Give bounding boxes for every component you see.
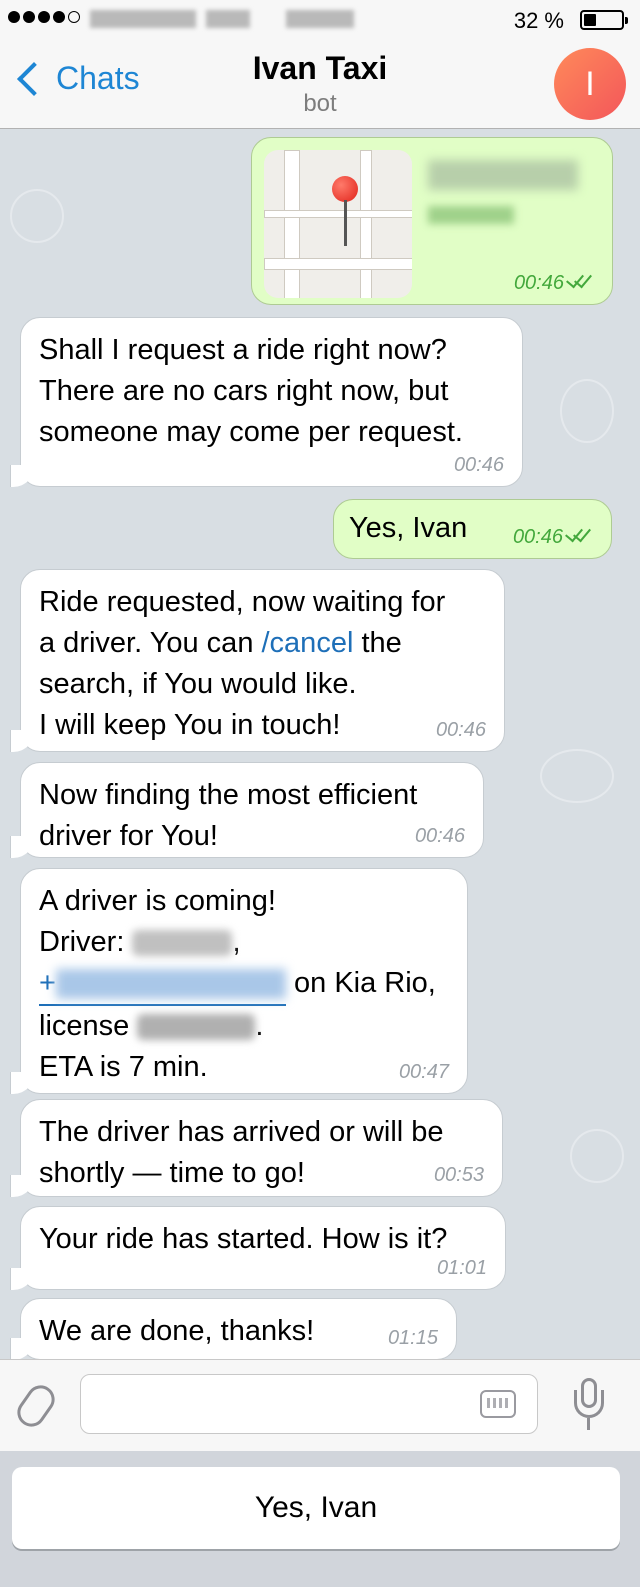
message-text-line: shortly — time to go! bbox=[39, 1157, 305, 1189]
wallpaper-doodle bbox=[570, 1129, 624, 1183]
outgoing-message: Yes, Ivan 00:46 bbox=[333, 499, 612, 559]
location-title-redacted bbox=[428, 160, 578, 190]
message-text: Yes, Ivan bbox=[349, 512, 468, 544]
message-time: 01:15 bbox=[387, 1327, 438, 1349]
message-time: 00:46 bbox=[414, 825, 465, 847]
cancel-command-link[interactable]: /cancel bbox=[262, 627, 354, 659]
chat-title: Ivan Taxi bbox=[252, 50, 388, 86]
message-text-line: I will keep You in touch! bbox=[39, 709, 341, 741]
message-text-line: A driver is coming! bbox=[39, 885, 276, 917]
map-thumbnail[interactable] bbox=[264, 150, 412, 298]
message-text-line: Now finding the most efficient bbox=[39, 779, 418, 811]
paperclip-icon[interactable] bbox=[11, 1379, 61, 1433]
incoming-message: Ride requested, now waiting for a driver… bbox=[10, 569, 505, 752]
message-text-line: search, if You would like. bbox=[39, 668, 357, 700]
read-checkmarks-icon bbox=[566, 269, 596, 289]
bot-reply-keyboard: Yes, Ivan bbox=[0, 1451, 640, 1587]
input-bar bbox=[0, 1359, 640, 1452]
read-checkmarks-icon bbox=[565, 523, 595, 543]
driver-phone-link[interactable]: + bbox=[39, 963, 286, 1006]
avatar[interactable]: I bbox=[554, 48, 626, 120]
location-message[interactable]: 00:46 bbox=[251, 137, 613, 305]
message-input[interactable] bbox=[80, 1374, 538, 1434]
carrier-redacted bbox=[90, 10, 196, 28]
message-text-line: someone may come per request. bbox=[39, 416, 463, 448]
battery-icon bbox=[580, 10, 628, 30]
keyboard-toggle-icon[interactable] bbox=[480, 1390, 516, 1418]
microphone-icon[interactable] bbox=[574, 1378, 604, 1434]
chat-subtitle: bot bbox=[303, 90, 337, 117]
wallpaper-doodle bbox=[540, 749, 614, 803]
nav-bar: Chats Ivan Taxi bot I bbox=[0, 40, 640, 129]
message-text-line: a driver. You can /cancel the bbox=[39, 627, 402, 659]
message-text-line: ETA is 7 min. bbox=[39, 1051, 208, 1083]
time-redacted bbox=[286, 10, 354, 28]
incoming-message: The driver has arrived or will be shortl… bbox=[10, 1099, 503, 1197]
message-time: 01:01 bbox=[436, 1257, 487, 1279]
message-time: 00:46 bbox=[513, 523, 595, 548]
map-pin-icon bbox=[332, 176, 358, 202]
message-text-line: Ride requested, now waiting for bbox=[39, 586, 446, 618]
reply-yes-ivan-button[interactable]: Yes, Ivan bbox=[12, 1467, 620, 1549]
message-time: 00:46 bbox=[514, 269, 596, 294]
message-text-line: license . bbox=[39, 1010, 264, 1042]
incoming-message: Your ride has started. How is it? 01:01 bbox=[10, 1206, 506, 1290]
message-text-line: Your ride has started. How is it? bbox=[39, 1223, 448, 1255]
incoming-message: Shall I request a ride right now? There … bbox=[10, 317, 523, 487]
message-text-line: The driver has arrived or will be bbox=[39, 1116, 444, 1148]
message-time: 00:46 bbox=[435, 719, 486, 741]
incoming-message: We are done, thanks! 01:15 bbox=[10, 1298, 457, 1359]
driver-name-redacted bbox=[132, 930, 233, 957]
message-text-line: driver for You! bbox=[39, 820, 218, 852]
location-subtitle-redacted bbox=[428, 206, 514, 224]
message-text-line: We are done, thanks! bbox=[39, 1315, 315, 1347]
message-time: 00:53 bbox=[433, 1164, 484, 1186]
message-time: 00:46 bbox=[453, 454, 504, 476]
message-time: 00:47 bbox=[398, 1061, 449, 1083]
wallpaper-doodle bbox=[10, 189, 64, 243]
license-redacted bbox=[137, 1014, 256, 1041]
message-text-line: Driver: , bbox=[39, 926, 241, 958]
message-text-line: + on Kia Rio, bbox=[39, 963, 449, 1006]
message-text-line: Shall I request a ride right now? bbox=[39, 334, 447, 366]
message-list[interactable]: 00:46 Shall I request a ride right now? … bbox=[0, 129, 640, 1359]
status-bar: 32 % bbox=[0, 0, 640, 40]
signal-strength-icon bbox=[8, 11, 80, 23]
wallpaper-doodle bbox=[560, 379, 614, 443]
carrier-redacted bbox=[206, 10, 250, 28]
incoming-message: A driver is coming! Driver: , + on Kia R… bbox=[10, 868, 468, 1094]
message-text-line: There are no cars right now, but bbox=[39, 375, 449, 407]
battery-percent: 32 % bbox=[513, 8, 564, 33]
incoming-message: Now finding the most efficient driver fo… bbox=[10, 762, 484, 858]
